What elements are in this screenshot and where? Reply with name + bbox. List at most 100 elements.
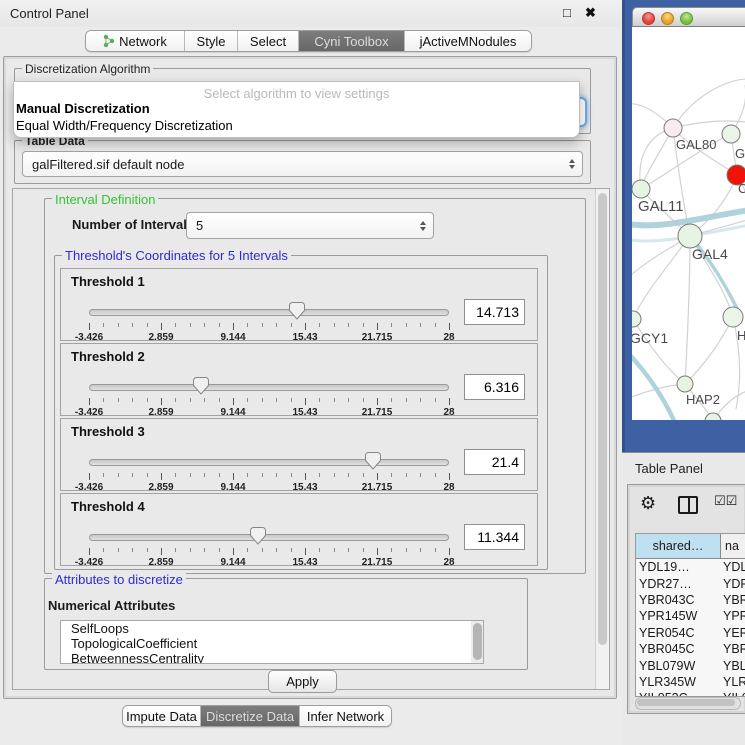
network-canvas[interactable]: GAL80GACGAL11GAL4HGCY1HAP2	[632, 27, 745, 420]
interval-definition-label: Interval Definition	[52, 192, 158, 207]
slider-thumb[interactable]	[365, 452, 381, 470]
number-of-intervals-combobox[interactable]: 5	[186, 212, 434, 239]
slider-thumb[interactable]	[193, 377, 209, 395]
threshold-value-field[interactable]	[464, 524, 525, 550]
tick-mark	[118, 548, 119, 552]
table-row[interactable]: YDL19…YDL1	[636, 559, 745, 575]
tick-mark	[147, 323, 148, 327]
tick-mark	[247, 548, 248, 552]
network-node[interactable]	[722, 125, 740, 143]
table-row[interactable]: YER054CYER0	[636, 625, 745, 641]
vertical-scrollbar-thumb[interactable]	[598, 193, 607, 645]
table-row[interactable]: YBL079WYBL0	[636, 657, 745, 673]
tab-discretize-data[interactable]: Discretize Data	[201, 706, 300, 726]
tick-mark	[147, 398, 148, 402]
tick-mark	[118, 398, 119, 402]
list-scrollbar-thumb[interactable]	[473, 623, 482, 660]
network-graph[interactable]: GAL80GACGAL11GAL4HGCY1HAP2	[632, 27, 745, 420]
tab-cyni-toolbox[interactable]: Cyni Toolbox	[299, 31, 405, 51]
tick-mark	[391, 548, 392, 552]
tick-mark	[420, 323, 421, 327]
threshold-slider[interactable]: -3.4262.8599.14415.4321.71528	[89, 451, 449, 487]
close-icon[interactable]: ✖	[585, 5, 596, 21]
threshold-value-field[interactable]	[464, 299, 525, 325]
threshold-slider[interactable]: -3.4262.8599.14415.4321.71528	[89, 301, 449, 337]
table-row[interactable]: YDR27…YDR2	[636, 575, 745, 591]
list-scrollbar[interactable]	[471, 621, 483, 663]
tick-mark	[262, 473, 263, 477]
float-window-icon[interactable]: □	[563, 5, 571, 20]
gear-icon[interactable]: ⚙	[640, 493, 656, 514]
checkboxes-icon[interactable]: ☑☑	[714, 494, 737, 509]
slider-track[interactable]	[89, 309, 449, 316]
tick-mark	[204, 548, 205, 552]
table-row[interactable]: YBR043CYBR0	[636, 592, 745, 608]
tick-label: 21.715	[362, 407, 393, 418]
tick-label: 21.715	[362, 332, 393, 343]
network-node[interactable]	[723, 307, 743, 327]
tick-mark	[449, 473, 450, 480]
tick-label: 28	[443, 482, 454, 493]
list-item[interactable]: BetweennessCentrality	[61, 651, 483, 664]
table-row[interactable]: YBR045CYBR0	[636, 641, 745, 657]
minimize-traffic-light-icon[interactable]	[661, 12, 674, 25]
network-edge-teal	[632, 349, 677, 420]
horizontal-scrollbar-thumb[interactable]	[637, 699, 735, 706]
tick-mark	[449, 323, 450, 330]
threshold-value-field[interactable]	[464, 449, 525, 475]
tick-mark	[161, 548, 162, 555]
column-header-name[interactable]: na	[721, 534, 745, 558]
tick-mark	[406, 473, 407, 477]
slider-track[interactable]	[89, 459, 449, 466]
tab-style[interactable]: Style	[185, 31, 238, 51]
table-data-combobox-value: galFiltered.sif default node	[23, 157, 569, 172]
table-row[interactable]: YPR145WYPR1	[636, 608, 745, 624]
vertical-scrollbar[interactable]	[595, 189, 609, 689]
list-item[interactable]: TopologicalCoefficient	[61, 636, 483, 651]
horizontal-scrollbar[interactable]	[635, 697, 741, 710]
dropdown-item-equal-width-frequency[interactable]: Equal Width/Frequency Discretization	[16, 118, 233, 133]
tick-mark	[132, 548, 133, 552]
tick-mark	[291, 548, 292, 552]
tab-infer-network[interactable]: Infer Network	[300, 706, 391, 726]
columns-icon[interactable]	[678, 496, 698, 514]
tab-select[interactable]: Select	[238, 31, 299, 51]
cell-name: YLR3	[723, 675, 745, 689]
slider-thumb[interactable]	[289, 302, 305, 320]
network-node[interactable]	[664, 119, 682, 137]
column-header-shared-name[interactable]: shared…	[636, 534, 721, 558]
tick-label: 2.859	[148, 332, 173, 343]
tick-mark	[204, 323, 205, 327]
tab-network[interactable]: Network	[86, 31, 185, 51]
network-window-titlebar[interactable]	[632, 7, 745, 27]
close-traffic-light-icon[interactable]	[642, 12, 655, 25]
tab-jactivemnodules[interactable]: jActiveMNodules	[405, 31, 531, 51]
table-row[interactable]: YIL052CYIL0	[636, 690, 745, 697]
list-item[interactable]: SelfLoops	[61, 621, 483, 636]
numerical-attributes-list[interactable]: SelfLoopsTopologicalCoefficientBetweenne…	[60, 620, 484, 664]
tick-mark	[247, 323, 248, 327]
network-view-window: GAL80GACGAL11GAL4HGCY1HAP2	[632, 7, 745, 420]
tick-mark	[377, 323, 378, 330]
slider-track[interactable]	[89, 534, 449, 541]
threshold-panel: Threshold 4 -3.4262.8599.14415.4321.71528	[60, 493, 538, 566]
threshold-slider[interactable]: -3.4262.8599.14415.4321.71528	[89, 376, 449, 412]
network-node[interactable]	[678, 224, 702, 248]
apply-button[interactable]: Apply	[268, 670, 337, 693]
tick-mark	[391, 473, 392, 477]
zoom-traffic-light-icon[interactable]	[680, 12, 693, 25]
table-data-combobox[interactable]: galFiltered.sif default node	[22, 151, 583, 177]
slider-track[interactable]	[89, 384, 449, 391]
network-node[interactable]	[632, 180, 650, 198]
threshold-slider[interactable]: -3.4262.8599.14415.4321.71528	[89, 526, 449, 562]
dropdown-item-manual-discretization[interactable]: Manual Discretization	[16, 101, 150, 116]
tick-label: 28	[443, 407, 454, 418]
threshold-label: Threshold 4	[71, 499, 145, 514]
network-node[interactable]	[632, 311, 641, 327]
tab-impute-data[interactable]: Impute Data	[123, 706, 201, 726]
table-row[interactable]: YLR345WYLR3	[636, 674, 745, 690]
tab-jactivemnodules-label: jActiveMNodules	[420, 34, 517, 49]
network-node[interactable]	[677, 376, 693, 392]
threshold-value-field[interactable]	[464, 374, 525, 400]
slider-thumb[interactable]	[250, 527, 266, 545]
